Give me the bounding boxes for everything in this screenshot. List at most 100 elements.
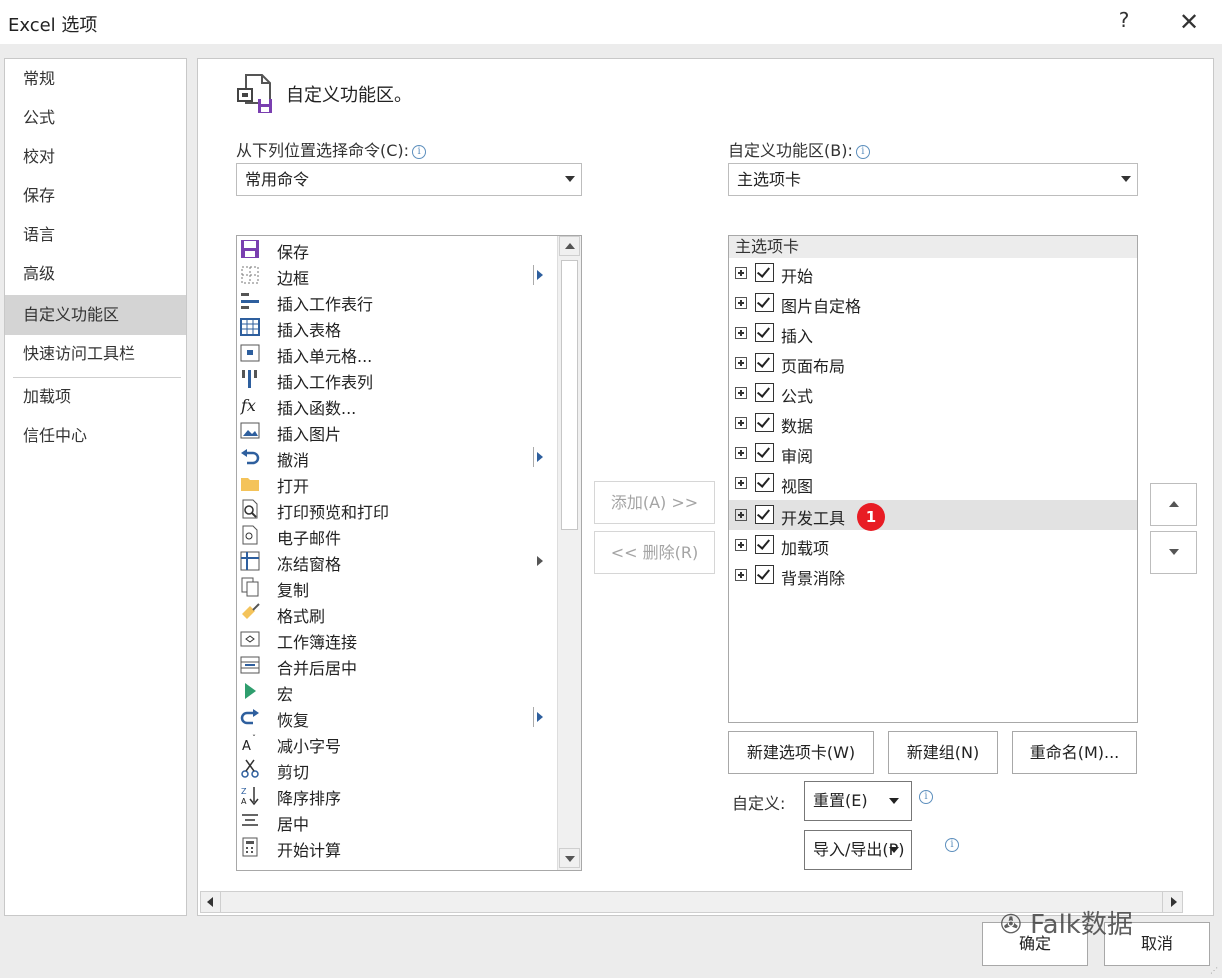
expand-icon[interactable] (735, 447, 747, 459)
tree-item-add-ins[interactable]: 加载项 (729, 530, 1137, 560)
expand-icon[interactable] (735, 417, 747, 429)
submenu-arrow-icon[interactable] (537, 270, 543, 280)
list-item[interactable]: 电子邮件 (237, 522, 557, 548)
scroll-thumb[interactable] (561, 260, 578, 530)
nav-item-save[interactable]: 保存 (5, 176, 186, 216)
list-item[interactable]: 居中 (237, 808, 557, 834)
info-icon[interactable]: i (945, 838, 959, 852)
list-item[interactable]: 恢复 (237, 704, 557, 730)
tab-checkbox[interactable] (755, 473, 774, 492)
list-item[interactable]: 开始计算 (237, 834, 557, 860)
remove-button[interactable]: << 删除(R) (594, 531, 715, 574)
expand-icon[interactable] (735, 539, 747, 551)
tab-checkbox[interactable] (755, 323, 774, 342)
submenu-arrow-icon[interactable] (537, 556, 543, 566)
close-button[interactable]: ✕ (1176, 8, 1202, 36)
info-icon[interactable]: i (855, 145, 870, 159)
tab-checkbox[interactable] (755, 293, 774, 312)
tree-item-data[interactable]: 数据 (729, 408, 1137, 438)
tab-checkbox[interactable] (755, 565, 774, 584)
tab-checkbox[interactable] (755, 383, 774, 402)
customize-ribbon-select[interactable]: 主选项卡 (728, 163, 1138, 196)
nav-item-advanced[interactable]: 高级 (5, 254, 186, 294)
list-item[interactable]: 宏 (237, 678, 557, 704)
list-item[interactable]: 插入图片 (237, 418, 557, 444)
list-item[interactable]: 撤消 (237, 444, 557, 470)
add-button[interactable]: 添加(A) >> (594, 481, 715, 524)
list-item[interactable]: Aˇ 减小字号 (237, 730, 557, 756)
list-item[interactable]: 工作簿连接 (237, 626, 557, 652)
scroll-down-button[interactable] (559, 848, 580, 868)
tree-header[interactable]: 主选项卡 (729, 236, 1137, 258)
list-item[interactable]: 插入单元格... (237, 340, 557, 366)
scroll-left-button[interactable] (201, 892, 221, 912)
resize-grip-icon[interactable]: ⋰ (1210, 966, 1220, 976)
nav-item-proofing[interactable]: 校对 (5, 137, 186, 177)
expand-icon[interactable] (735, 477, 747, 489)
tree-item-picture-format[interactable]: 图片自定格 (729, 288, 1137, 318)
new-group-button[interactable]: 新建组(N) (888, 731, 998, 774)
list-item[interactable]: 合并后居中 (237, 652, 557, 678)
expand-icon[interactable] (735, 357, 747, 369)
tab-checkbox[interactable] (755, 353, 774, 372)
help-button[interactable]: ? (1112, 8, 1136, 36)
caret-left-icon (207, 897, 213, 907)
commands-scrollbar[interactable] (557, 236, 581, 870)
list-item[interactable]: 冻结窗格 (237, 548, 557, 574)
rename-button[interactable]: 重命名(M)... (1012, 731, 1137, 774)
nav-item-formulas[interactable]: 公式 (5, 98, 186, 138)
list-item[interactable]: 插入工作表列 (237, 366, 557, 392)
nav-item-customize-ribbon[interactable]: 自定义功能区 (5, 295, 186, 335)
tree-item-review[interactable]: 审阅 (729, 438, 1137, 468)
list-item[interactable]: 剪切 (237, 756, 557, 782)
tree-item-view[interactable]: 视图 (729, 468, 1137, 498)
move-up-button[interactable] (1150, 483, 1197, 526)
commands-list[interactable]: 保存 边框 插入工作表行 插入表格 插入单元格... 插入工作表列 fx 插入函… (236, 235, 582, 871)
choose-commands-select[interactable]: 常用命令 (236, 163, 582, 196)
scroll-up-button[interactable] (559, 236, 580, 256)
nav-item-general[interactable]: 常规 (5, 59, 186, 99)
tab-checkbox[interactable] (755, 535, 774, 554)
list-item[interactable]: 打印预览和打印 (237, 496, 557, 522)
info-icon[interactable]: i (919, 790, 933, 804)
list-item[interactable]: 保存 (237, 236, 557, 262)
import-export-button[interactable]: 导入/导出(P) (804, 830, 912, 870)
list-item[interactable]: 复制 (237, 574, 557, 600)
expand-icon[interactable] (735, 569, 747, 581)
tab-checkbox[interactable] (755, 263, 774, 282)
list-item[interactable]: 插入工作表行 (237, 288, 557, 314)
scroll-right-button[interactable] (1162, 892, 1182, 912)
expand-icon[interactable] (735, 509, 747, 521)
choose-commands-label: 从下列位置选择命令(C): i (236, 137, 427, 161)
expand-icon[interactable] (735, 387, 747, 399)
tab-checkbox[interactable] (755, 443, 774, 462)
tree-item-insert[interactable]: 插入 (729, 318, 1137, 348)
nav-item-language[interactable]: 语言 (5, 215, 186, 255)
expand-icon[interactable] (735, 327, 747, 339)
ribbon-tabs-tree[interactable]: 主选项卡 开始 图片自定格 插入 页面布局 公式 数据 审阅 视图 开发工具 1… (728, 235, 1138, 723)
list-item[interactable]: 打开 (237, 470, 557, 496)
tab-checkbox[interactable] (755, 413, 774, 432)
tree-item-home[interactable]: 开始 (729, 258, 1137, 288)
submenu-arrow-icon[interactable] (537, 712, 543, 722)
list-item[interactable]: 边框 (237, 262, 557, 288)
nav-item-add-ins[interactable]: 加载项 (5, 377, 186, 417)
new-tab-button[interactable]: 新建选项卡(W) (728, 731, 874, 774)
expand-icon[interactable] (735, 267, 747, 279)
expand-icon[interactable] (735, 297, 747, 309)
move-down-button[interactable] (1150, 531, 1197, 574)
nav-item-quick-access-toolbar[interactable]: 快速访问工具栏 (5, 334, 186, 374)
tree-item-background-removal[interactable]: 背景消除 (729, 560, 1137, 590)
list-item[interactable]: 插入表格 (237, 314, 557, 340)
list-item[interactable]: ZA 降序排序 (237, 782, 557, 808)
list-item[interactable]: 格式刷 (237, 600, 557, 626)
tree-item-developer[interactable]: 开发工具 1 (729, 500, 1137, 531)
reset-button[interactable]: 重置(E) (804, 781, 912, 821)
list-item[interactable]: fx 插入函数... (237, 392, 557, 418)
nav-item-trust-center[interactable]: 信任中心 (5, 416, 186, 456)
submenu-arrow-icon[interactable] (537, 452, 543, 462)
info-icon[interactable]: i (412, 145, 427, 159)
tree-item-page-layout[interactable]: 页面布局 (729, 348, 1137, 378)
tree-item-formulas[interactable]: 公式 (729, 378, 1137, 408)
tab-checkbox[interactable] (755, 505, 774, 524)
